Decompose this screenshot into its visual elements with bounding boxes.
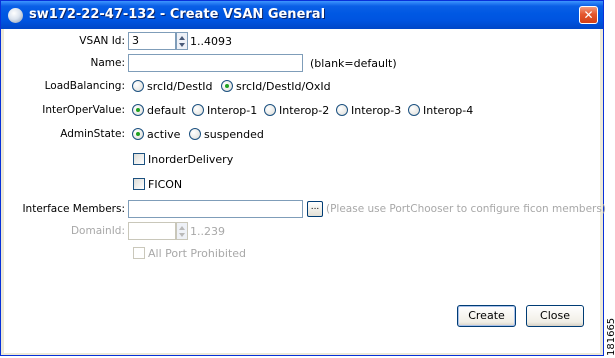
vsan-id-range: 1..4093 [190,35,232,48]
vsan-id-spinner[interactable] [176,32,188,50]
ficon-label: FICON [148,178,183,191]
form-panel: VSAN Id: 3 1..4093 Name: (blank=default)… [4,29,606,353]
name-hint: (blank=default) [310,57,397,70]
load-balancing-option-label: srcId/DestId/OxId [236,80,331,93]
interface-members-label: Interface Members: [22,203,125,215]
admin-state-option-label: suspended [204,128,264,141]
close-window-button[interactable]: ✕ [579,6,598,24]
interface-members-hint: (Please use PortChooser to configure fic… [326,203,606,215]
admin-state-option-label: active [147,128,181,141]
spin-down-icon [179,233,185,237]
app-logo-icon [8,8,23,23]
all-port-prohibited-label: All Port Prohibited [148,247,247,260]
name-input[interactable] [128,54,303,72]
admin-state-suspended-radio[interactable] [189,128,201,140]
domain-id-spinner [176,222,188,240]
spin-up-icon [179,36,185,40]
all-port-prohibited-checkbox [133,247,145,259]
load-balancing-label: LoadBalancing: [44,80,125,92]
load-balancing-srcid-destid-radio[interactable] [132,80,144,92]
admin-state-active-radio[interactable] [132,128,144,140]
domain-id-range: 1..239 [190,225,225,238]
interface-members-input[interactable] [128,200,303,218]
interop-option-label: Interop-2 [279,104,330,117]
interop-option-label: default [147,104,186,117]
interop-option-label: Interop-3 [351,104,402,117]
load-balancing-option-label: srcId/DestId [147,80,213,93]
spin-up-icon [179,226,185,230]
admin-state-label: AdminState: [60,128,125,140]
interop-value-label: InterOperValue: [42,104,125,116]
interop-option-label: Interop-1 [207,104,258,117]
domain-id-input [128,222,176,240]
inorder-delivery-checkbox[interactable] [133,153,145,165]
ficon-checkbox[interactable] [133,178,145,190]
port-chooser-button[interactable]: ... [307,201,323,217]
figure-id: 181665 [606,317,615,356]
spin-down-icon [179,43,185,47]
interop-default-radio[interactable] [132,104,144,116]
interop-4-radio[interactable] [408,104,420,116]
interop-1-radio[interactable] [192,104,204,116]
inorder-delivery-label: InorderDelivery [148,153,234,166]
vsan-id-label: VSAN Id: [79,35,125,47]
interop-2-radio[interactable] [264,104,276,116]
title-bar[interactable]: sw172-22-47-132 - Create VSAN General ✕ [1,1,603,29]
interop-3-radio[interactable] [336,104,348,116]
interop-option-label: Interop-4 [423,104,474,117]
name-label: Name: [90,57,125,69]
window-title: sw172-22-47-132 - Create VSAN General [29,7,326,22]
load-balancing-srcid-destid-oxid-radio[interactable] [221,80,233,92]
create-button[interactable]: Create [457,305,516,327]
dialog-window: sw172-22-47-132 - Create VSAN General ✕ … [0,0,606,356]
close-button[interactable]: Close [526,305,584,327]
vsan-id-input[interactable]: 3 [128,32,176,50]
domain-id-label: DomainId: [70,225,125,237]
